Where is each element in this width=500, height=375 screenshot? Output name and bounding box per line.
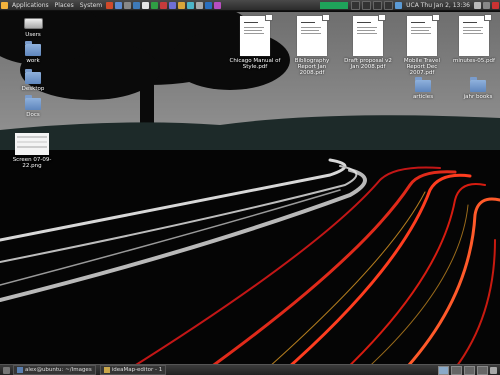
taskbar-item[interactable]: alex@ubuntu: ~/Images — [13, 365, 96, 375]
workspace-applet-icon[interactable] — [362, 0, 372, 10]
bottom-panel: alex@ubuntu: ~/Images ideaMap-editor - 1 — [0, 364, 500, 375]
network-icon[interactable] — [395, 1, 403, 9]
desktop-icon-work[interactable]: work — [18, 41, 48, 64]
desktop-icon-desktop[interactable]: Desktop — [18, 69, 48, 92]
desktop-icon-document[interactable]: minutes-05.pdf — [450, 14, 498, 64]
image-thumbnail-icon — [15, 133, 49, 155]
terminal-launcher-icon[interactable] — [124, 1, 132, 9]
clock[interactable]: UCA Thu Jan 2, 13:36 — [403, 2, 473, 9]
web-launcher-icon[interactable] — [205, 1, 213, 9]
pdf-document-icon — [353, 14, 386, 56]
pdf-document-icon — [240, 14, 273, 56]
menu-applications[interactable]: Applications — [9, 2, 52, 9]
app-icon — [103, 367, 110, 373]
pdf-document-icon — [407, 14, 440, 56]
workspace-4[interactable] — [477, 365, 488, 375]
desktop-icon-document[interactable]: Bibliography Report Jan 2008.pdf — [285, 14, 339, 76]
network-launcher-icon[interactable] — [187, 1, 195, 9]
menu-system[interactable]: System — [77, 2, 105, 9]
folder-icon — [470, 77, 486, 92]
workspace-1[interactable] — [438, 365, 449, 375]
media-launcher-icon[interactable] — [214, 1, 222, 9]
taskbar-item-label: alex@ubuntu: ~/Images — [25, 367, 92, 373]
drive-icon — [23, 18, 43, 29]
mail-launcher-icon[interactable] — [115, 1, 123, 9]
desktop-icon-label: Mobile Travel Report Dec 2007.pdf — [403, 58, 441, 76]
folder-icon — [415, 77, 431, 92]
desktop-icon-document[interactable]: Mobile Travel Report Dec 2007.pdf — [395, 14, 449, 76]
chat-launcher-icon[interactable] — [169, 1, 177, 9]
desktop-icon-document[interactable]: Draft proposal v2 Jan 2008.pdf — [341, 14, 395, 70]
workspace-2[interactable] — [451, 365, 462, 375]
text-editor-launcher-icon[interactable] — [142, 1, 150, 9]
desktop-icon-label: Desktop — [21, 86, 45, 92]
workspace-applet-icon[interactable] — [373, 0, 383, 10]
desktop-icon-label: work — [26, 58, 40, 64]
desktop-icon-label: jahr books — [463, 94, 493, 100]
workspace-applet-icon[interactable] — [384, 0, 394, 10]
top-panel: Applications Places System UCA Thu Jan 2… — [0, 0, 500, 11]
folder-icon — [25, 95, 41, 110]
spreadsheet-launcher-icon[interactable] — [151, 1, 159, 9]
pdf-document-icon — [297, 14, 330, 56]
desktop-icon-label: Users — [25, 32, 41, 38]
system-monitor-applet[interactable] — [320, 1, 349, 9]
desktop-icon-label: Chicago Manual of Style.pdf — [229, 58, 281, 70]
desktop-icon-label: minutes-05.pdf — [453, 58, 495, 64]
folder-icon — [25, 69, 41, 84]
browser-launcher-icon[interactable] — [133, 1, 141, 9]
desktop-icon-folder[interactable]: jahr books — [458, 77, 498, 100]
firefox-launcher-icon[interactable] — [106, 1, 114, 9]
show-desktop-icon[interactable] — [3, 366, 10, 374]
desktop-icon-docs[interactable]: Docs — [18, 95, 48, 118]
settings-launcher-icon[interactable] — [196, 1, 204, 9]
battery-icon[interactable] — [483, 1, 490, 9]
ubuntu-logo-icon[interactable] — [1, 1, 8, 9]
desktop-icon-label: Draft proposal v2 Jan 2008.pdf — [344, 58, 392, 70]
pdf-document-icon — [459, 14, 492, 56]
desktop-icon-label: articles — [412, 94, 434, 100]
workspace-applet-icon[interactable] — [351, 0, 361, 10]
terminal-icon — [17, 367, 23, 373]
taskbar-item-label: ideaMap-editor - 1 — [111, 367, 163, 373]
power-icon[interactable] — [492, 1, 499, 9]
files-launcher-icon[interactable] — [178, 1, 186, 9]
workspace-3[interactable] — [464, 365, 475, 375]
desktop-icon-document[interactable]: Chicago Manual of Style.pdf — [228, 14, 282, 70]
presentation-launcher-icon[interactable] — [160, 1, 168, 9]
desktop-icon-users[interactable]: Users — [18, 16, 48, 38]
volume-icon[interactable] — [474, 1, 481, 9]
menu-places[interactable]: Places — [52, 2, 77, 9]
trash-icon[interactable] — [490, 366, 497, 374]
folder-icon — [25, 41, 41, 56]
system-tray: UCA Thu Jan 2, 13:36 — [318, 0, 500, 10]
taskbar-item[interactable]: ideaMap-editor - 1 — [99, 365, 167, 375]
workspace-switcher — [437, 365, 489, 375]
desktop-icon-folder[interactable]: articles — [405, 77, 441, 100]
desktop-icon-screenshot[interactable]: Screen 07-09-22.png — [6, 133, 58, 169]
desktop-icon-label: Screen 07-09-22.png — [12, 157, 52, 169]
desktop-icon-label: Bibliography Report Jan 2008.pdf — [294, 58, 330, 76]
desktop-icon-label: Docs — [26, 112, 40, 118]
